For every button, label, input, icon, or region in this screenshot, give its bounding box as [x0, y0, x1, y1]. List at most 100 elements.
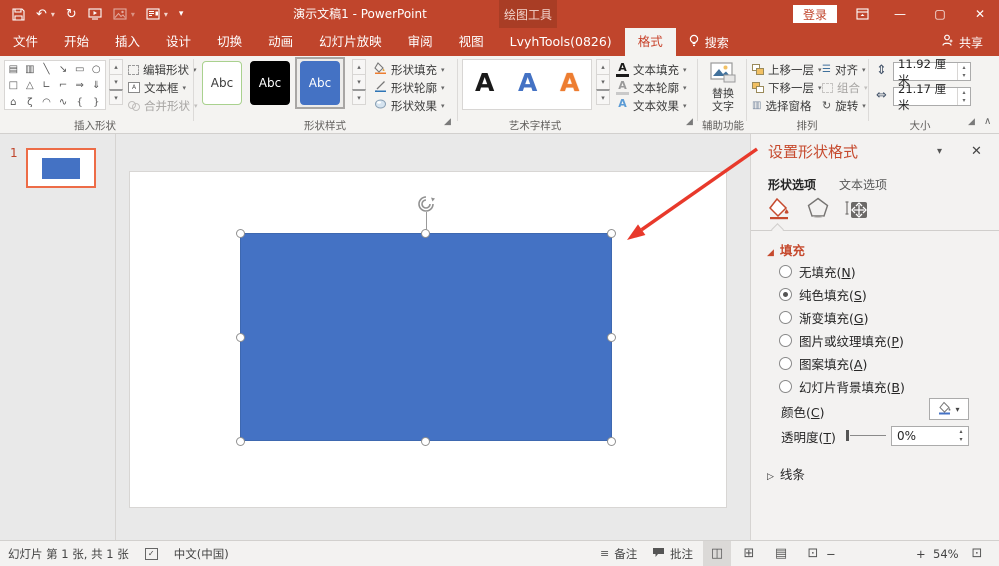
wordart-preset-black[interactable]: A [475, 68, 494, 97]
transparency-input[interactable]: 0% ▴▾ [891, 426, 969, 446]
shape-fill-button[interactable]: 形状填充▾ [374, 61, 445, 78]
shape-width-input[interactable]: 21.17 厘米 ▴▾ [893, 87, 971, 106]
radio-slide-background-fill[interactable]: 幻灯片背景填充(B) [779, 377, 905, 396]
tab-review[interactable]: 审阅 [395, 28, 446, 56]
maximize-button[interactable]: ▢ [923, 0, 957, 28]
size-dialog-launcher-icon[interactable]: ◢ [968, 117, 975, 127]
radio-pattern-fill[interactable]: 图案填充(A) [779, 354, 867, 373]
shape-rectangle-icon[interactable]: ▭ [71, 62, 88, 78]
transparency-slider-thumb[interactable] [846, 430, 849, 441]
styles-scroll-down-icon[interactable]: ▾ [352, 74, 366, 90]
fill-and-line-icon[interactable] [768, 196, 792, 223]
shape-arc-icon[interactable]: ◠ [38, 94, 55, 110]
panel-options-dropdown-icon[interactable]: ▾ [937, 146, 942, 157]
fit-to-window-button[interactable]: ⊡ [962, 541, 992, 566]
reading-view-button[interactable]: ▤ [767, 541, 795, 566]
width-spin-up-icon[interactable]: ▴ [962, 89, 965, 96]
radio-picture-texture-fill[interactable]: 图片或纹理填充(P) [779, 331, 904, 350]
shape-arrow-icon[interactable]: ↘ [55, 62, 72, 78]
tab-slideshow[interactable]: 幻灯片放映 [306, 28, 395, 56]
undo-dropdown-icon[interactable]: ▾ [51, 10, 55, 19]
radio-circle-selected[interactable] [779, 288, 792, 301]
width-spin-down-icon[interactable]: ▾ [962, 97, 965, 104]
text-fill-button[interactable]: A 文本填充▾ [616, 61, 687, 78]
text-effects-button[interactable]: A 文本效果▾ [616, 97, 687, 114]
resize-handle-bottom-left[interactable] [236, 437, 245, 446]
resize-handle-bottom-center[interactable] [421, 437, 430, 446]
radio-circle[interactable] [779, 357, 792, 370]
resize-handle-bottom-right[interactable] [607, 437, 616, 446]
shape-height-input[interactable]: 11.92 厘米 ▴▾ [893, 62, 971, 81]
wordart-scroll-up-icon[interactable]: ▴ [596, 59, 610, 75]
slide-thumbnail-1[interactable] [26, 148, 96, 188]
shape-outline-button[interactable]: 形状轮廓▾ [374, 79, 445, 96]
undo-button[interactable]: ↶ [36, 8, 47, 21]
ribbon-display-options-button[interactable] [845, 0, 879, 28]
rotate-button[interactable]: ↻ 旋转▾ [822, 97, 866, 114]
selection-pane-button[interactable]: ▥ 选择窗格 [752, 97, 811, 114]
slide-counter[interactable]: 幻灯片 第 1 张, 共 1 张 [8, 546, 129, 562]
gallery-more-icon[interactable]: ▾ [109, 89, 123, 105]
shape-style-preset-2[interactable]: Abc [250, 61, 290, 105]
start-slideshow-icon[interactable] [88, 8, 102, 20]
radio-gradient-fill[interactable]: 渐变填充(G) [779, 308, 868, 327]
panel-tab-text-options[interactable]: 文本选项 [839, 176, 887, 193]
close-button[interactable]: ✕ [963, 0, 997, 28]
height-spin-down-icon[interactable]: ▾ [962, 72, 965, 79]
tab-home[interactable]: 开始 [51, 28, 102, 56]
shape-right-arrow-icon[interactable]: ⇒ [71, 78, 88, 94]
text-box-button[interactable]: A 文本框▾ [128, 79, 186, 96]
shape-textbox-icon[interactable]: ▤ [5, 62, 22, 78]
panel-close-icon[interactable]: ✕ [971, 144, 982, 159]
shape-right-brace-icon[interactable]: } [88, 94, 105, 110]
radio-solid-fill-selected[interactable]: 纯色填充(S) [779, 285, 867, 304]
shape-triangle-icon[interactable]: △ [22, 78, 39, 94]
radio-circle[interactable] [779, 334, 792, 347]
line-section-header[interactable]: ▷线条 [767, 464, 805, 483]
shape-curve-icon[interactable]: ∿ [55, 94, 72, 110]
resize-handle-middle-right[interactable] [607, 333, 616, 342]
transparency-spin-down-icon[interactable]: ▾ [959, 436, 962, 444]
shape-scribble-icon[interactable]: ζ [22, 94, 39, 110]
wordart-gallery[interactable]: A A A [462, 59, 592, 110]
wordart-dialog-launcher-icon[interactable]: ◢ [686, 117, 693, 127]
shape-effects-button[interactable]: 形状效果▾ [374, 97, 445, 114]
sign-in-button[interactable]: 登录 [793, 5, 837, 23]
height-spin-up-icon[interactable]: ▴ [962, 64, 965, 71]
tell-me-search[interactable]: 搜索 [676, 28, 741, 56]
transparency-slider-track[interactable] [850, 435, 886, 436]
size-properties-icon[interactable] [844, 196, 868, 223]
shape-line-icon[interactable]: ╲ [38, 62, 55, 78]
save-icon[interactable] [12, 8, 25, 21]
redo-button[interactable]: ↻ [66, 8, 77, 21]
shape-left-brace-icon[interactable]: { [71, 94, 88, 110]
radio-no-fill[interactable]: 无填充(N) [779, 262, 856, 281]
text-outline-button[interactable]: A 文本轮廓▾ [616, 79, 687, 96]
layout-dropdown-icon[interactable]: ▾ [164, 10, 168, 19]
bring-forward-button[interactable]: 上移一层▾ [752, 61, 822, 78]
layout-icon[interactable] [146, 8, 160, 20]
proofing-icon[interactable]: ✓ [145, 548, 158, 560]
collapse-ribbon-icon[interactable]: ∧ [984, 116, 991, 127]
notes-button[interactable]: ≡ 备注 [600, 541, 637, 566]
panel-tab-shape-options[interactable]: 形状选项 [768, 176, 816, 193]
tab-format-active[interactable]: 格式 [625, 28, 676, 56]
resize-handle-middle-left[interactable] [236, 333, 245, 342]
tab-design[interactable]: 设计 [153, 28, 204, 56]
slide-sorter-view-button[interactable]: ⊞ [735, 541, 763, 566]
customize-qat-icon[interactable]: ▾ [179, 10, 184, 19]
rotate-handle-icon[interactable] [416, 194, 436, 217]
send-backward-button[interactable]: 下移一层▾ [752, 79, 822, 96]
shape-elbow-arrow-icon[interactable]: ⌐ [55, 78, 72, 94]
wordart-preset-blue[interactable]: A [518, 68, 537, 97]
shape-down-arrow-icon[interactable]: ⇓ [88, 78, 105, 94]
normal-view-button[interactable]: ◫ [703, 541, 731, 566]
zoom-in-button[interactable]: + [916, 541, 926, 566]
slideshow-view-button[interactable]: ⊡ [799, 541, 827, 566]
wordart-more-icon[interactable]: ▾ [596, 89, 610, 105]
shape-styles-dialog-launcher-icon[interactable]: ◢ [444, 117, 451, 127]
minimize-button[interactable]: — [883, 0, 917, 28]
tab-lvyhtools[interactable]: LvyhTools(0826) [497, 28, 625, 56]
language-indicator[interactable]: 中文(中国) [174, 546, 229, 562]
gallery-scroll-up-icon[interactable]: ▴ [109, 59, 123, 75]
